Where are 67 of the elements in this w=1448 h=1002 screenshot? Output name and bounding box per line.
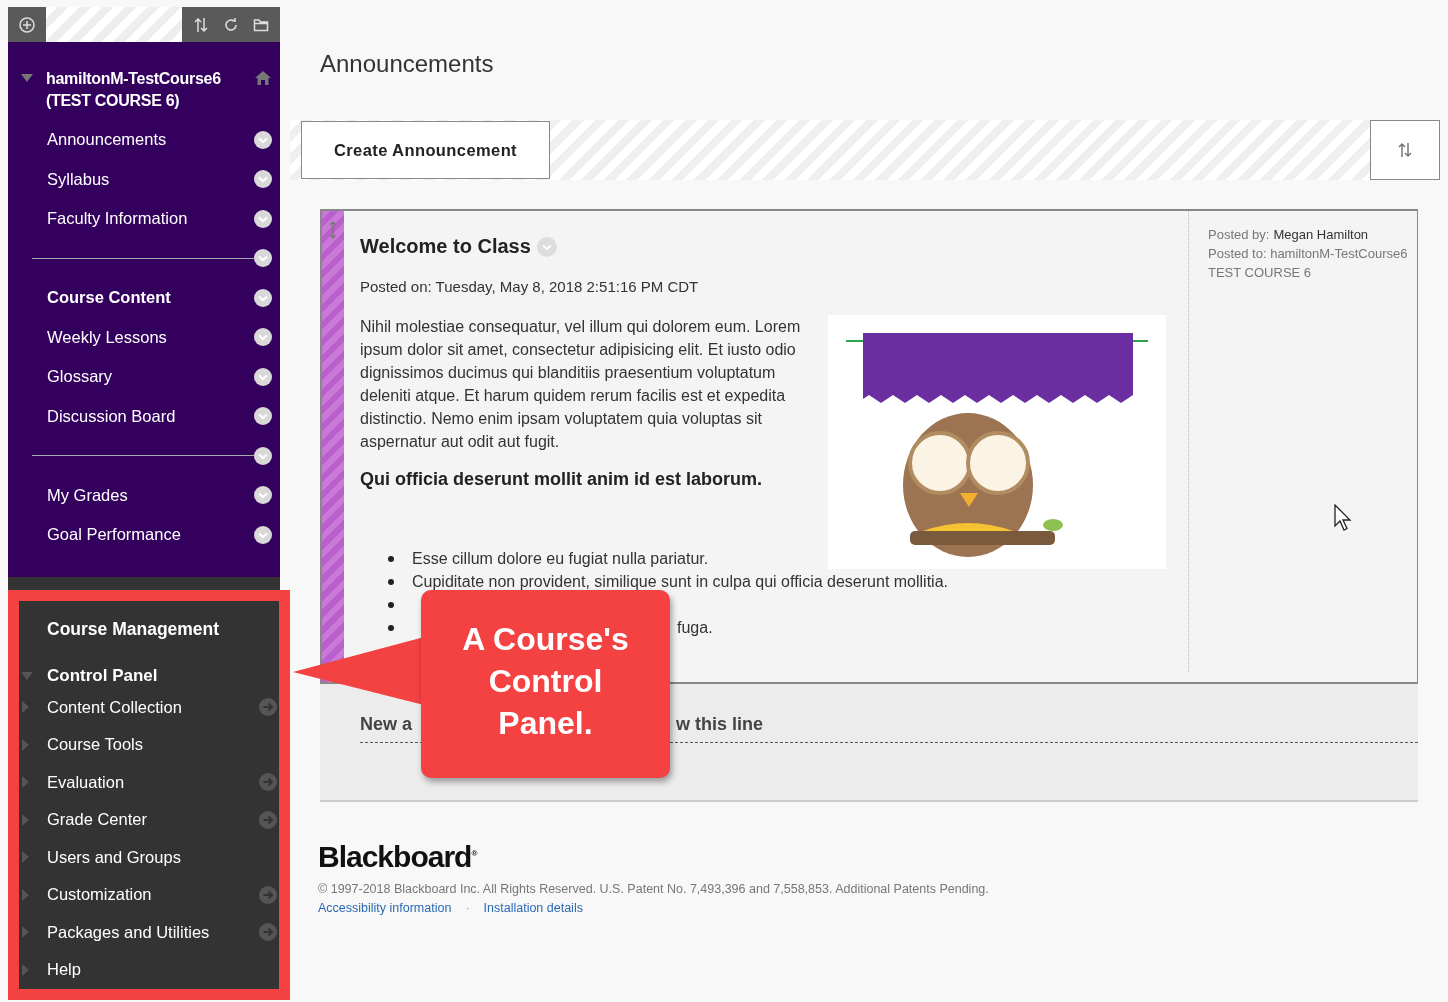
separator-text: w this line xyxy=(676,714,763,735)
page-title: Announcements xyxy=(320,50,495,79)
move-icon xyxy=(329,221,337,239)
callout: A Course's Control Panel. xyxy=(421,590,670,778)
chevron-icon xyxy=(254,525,272,544)
chevron-icon xyxy=(254,288,272,307)
menu-link[interactable]: Content Collection xyxy=(47,697,259,717)
list-item-text: fuga. xyxy=(677,618,713,637)
drag-handle[interactable] xyxy=(322,211,344,682)
body-paragraph: Nihil molestiae consequatur, vel illum qui dolorem eum. Lorem ipsum dolor sit amet, consectetur adipisicing elit. Et iusto odio dignissimos ducimus qui blanditiis praesentium voluptatum deleniti atque. Et harum quidem rerum facilis est et expedita distinctio. Nemo enim ipsam voluptatem quia voluptas sit aspernatur aut odit aut fugit. xyxy=(360,317,802,452)
chevron-icon xyxy=(254,170,272,189)
menu-link[interactable]: Syllabus xyxy=(47,169,254,189)
announcement-title: Welcome to Class xyxy=(360,235,531,258)
chevron-icon xyxy=(254,209,272,228)
list-item-text: Esse cillum dolore eu fugiat nulla pariatur. xyxy=(412,549,709,568)
home-icon xyxy=(254,70,272,86)
menu-link[interactable]: Packages and Utilities xyxy=(47,922,259,942)
posted-to-text: Posted to: hamiltonM-TestCourse6 TEST COURSE 6 xyxy=(1208,245,1408,282)
separator-dot: · xyxy=(465,901,470,915)
course-title-link[interactable]: hamiltonM-TestCourse6 (TEST COURSE 6) xyxy=(46,68,254,112)
bullet-icon xyxy=(388,601,394,608)
menu-link[interactable]: Evaluation xyxy=(47,772,259,792)
footer-link[interactable]: Accessibility information xyxy=(318,901,452,915)
footer-link[interactable]: Installation details xyxy=(483,901,583,915)
chevron-icon xyxy=(254,328,272,347)
menu-link[interactable]: Glossary xyxy=(47,367,254,387)
list-item-text: Cupiditate non provident, similique sunt in culpa qui officia deserunt mollitia. xyxy=(412,572,948,591)
menu-link[interactable]: Discussion Board xyxy=(47,406,254,426)
panel-heading: Course Management xyxy=(46,618,221,641)
create-button[interactable]: Create Announcement xyxy=(301,121,550,179)
sort-icon xyxy=(193,16,209,33)
posted-by-label: Posted by: xyxy=(1208,227,1270,242)
chevron-icon xyxy=(254,486,272,505)
menu-link[interactable]: Grade Center xyxy=(47,810,259,830)
add-button[interactable] xyxy=(17,14,37,35)
bullet-icon xyxy=(388,555,394,562)
menu-link[interactable]: Announcements xyxy=(47,130,254,150)
menu-link[interactable]: Weekly Lessons xyxy=(47,327,254,347)
sort-icon xyxy=(1397,142,1413,158)
control-panel-link[interactable]: Control Panel xyxy=(47,665,158,686)
posted-date: Posted on: Tuesday, May 8, 2018 2:51:16 PM CDT xyxy=(360,278,700,295)
chevron-icon xyxy=(254,446,272,465)
menu-heading: Course Content xyxy=(47,288,172,308)
chevron-icon xyxy=(254,130,272,149)
menu-link[interactable]: Faculty Information xyxy=(47,209,254,229)
refresh-icon xyxy=(223,16,239,33)
copyright-text: © 1997-2018 Blackboard Inc. All Rights Reserved. U.S. Patent No. 7,493,396 and 7,558,853. Additional Patents Pending. xyxy=(318,882,990,896)
menu-link[interactable]: Customization xyxy=(47,885,259,905)
chevron-icon xyxy=(254,249,272,268)
author-name: Megan Hamilton xyxy=(1273,227,1369,242)
chevron-icon xyxy=(254,367,272,386)
chevron-icon xyxy=(254,407,272,426)
bullet-icon xyxy=(388,624,394,631)
logo: Blackboard$^{®}$ xyxy=(318,840,478,874)
separator-text: New a xyxy=(360,714,413,735)
sort-button[interactable] xyxy=(1370,120,1440,180)
menu-link[interactable]: Help xyxy=(47,960,277,980)
menu-link[interactable]: My Grades xyxy=(47,485,254,505)
add-icon xyxy=(19,16,35,33)
bullet-icon xyxy=(388,578,394,585)
chevron-icon xyxy=(536,236,557,257)
folder-icon xyxy=(253,16,269,33)
menu-link[interactable]: Course Tools xyxy=(47,735,277,755)
menu-link[interactable]: Goal Performance xyxy=(47,525,254,545)
cursor-icon xyxy=(1333,504,1353,532)
body-heading: Qui officia deserunt mollit anim id est laborum. xyxy=(360,469,764,490)
menu-link[interactable]: Users and Groups xyxy=(47,847,277,867)
